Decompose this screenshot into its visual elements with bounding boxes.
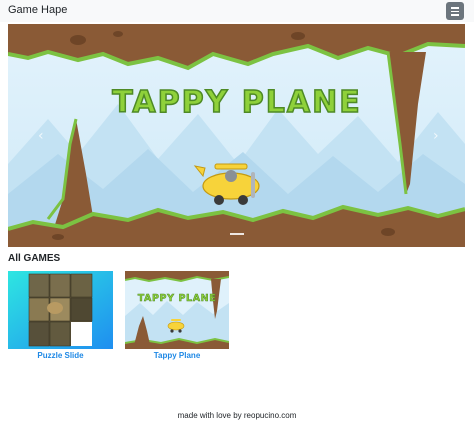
game-card-tappy-plane[interactable]: TAPPY PLANE Tappy Plane [125,271,229,360]
thumbnail-title: TAPPY PLANE [138,293,217,304]
chevron-left-icon[interactable]: ‹ [38,128,44,144]
section-heading: All GAMES [8,253,61,264]
puzzle-slide-thumbnail[interactable] [8,271,113,349]
footer: made with love by reopucino.com [0,411,474,420]
hamburger-icon[interactable] [446,2,464,20]
tappy-plane-thumbnail[interactable]: TAPPY PLANE [125,271,229,349]
footer-credit: made with love by reopucino.com [177,411,297,420]
carousel-slide-image: TAPPY PLANE [8,24,465,247]
chevron-right-icon[interactable]: › [433,128,439,144]
game-title-puzzle-slide[interactable]: Puzzle Slide [8,351,113,360]
brand-title[interactable]: Game Hape [8,4,67,16]
game-card-puzzle-slide[interactable]: Puzzle Slide [8,271,113,360]
carousel-slide-title: TAPPY PLANE [112,85,361,120]
carousel-indicator[interactable] [230,233,244,235]
game-title-tappy-plane[interactable]: Tappy Plane [125,351,229,360]
navbar: Game Hape [0,0,474,22]
game-carousel[interactable]: TAPPY PLANE ‹ › [8,24,465,247]
